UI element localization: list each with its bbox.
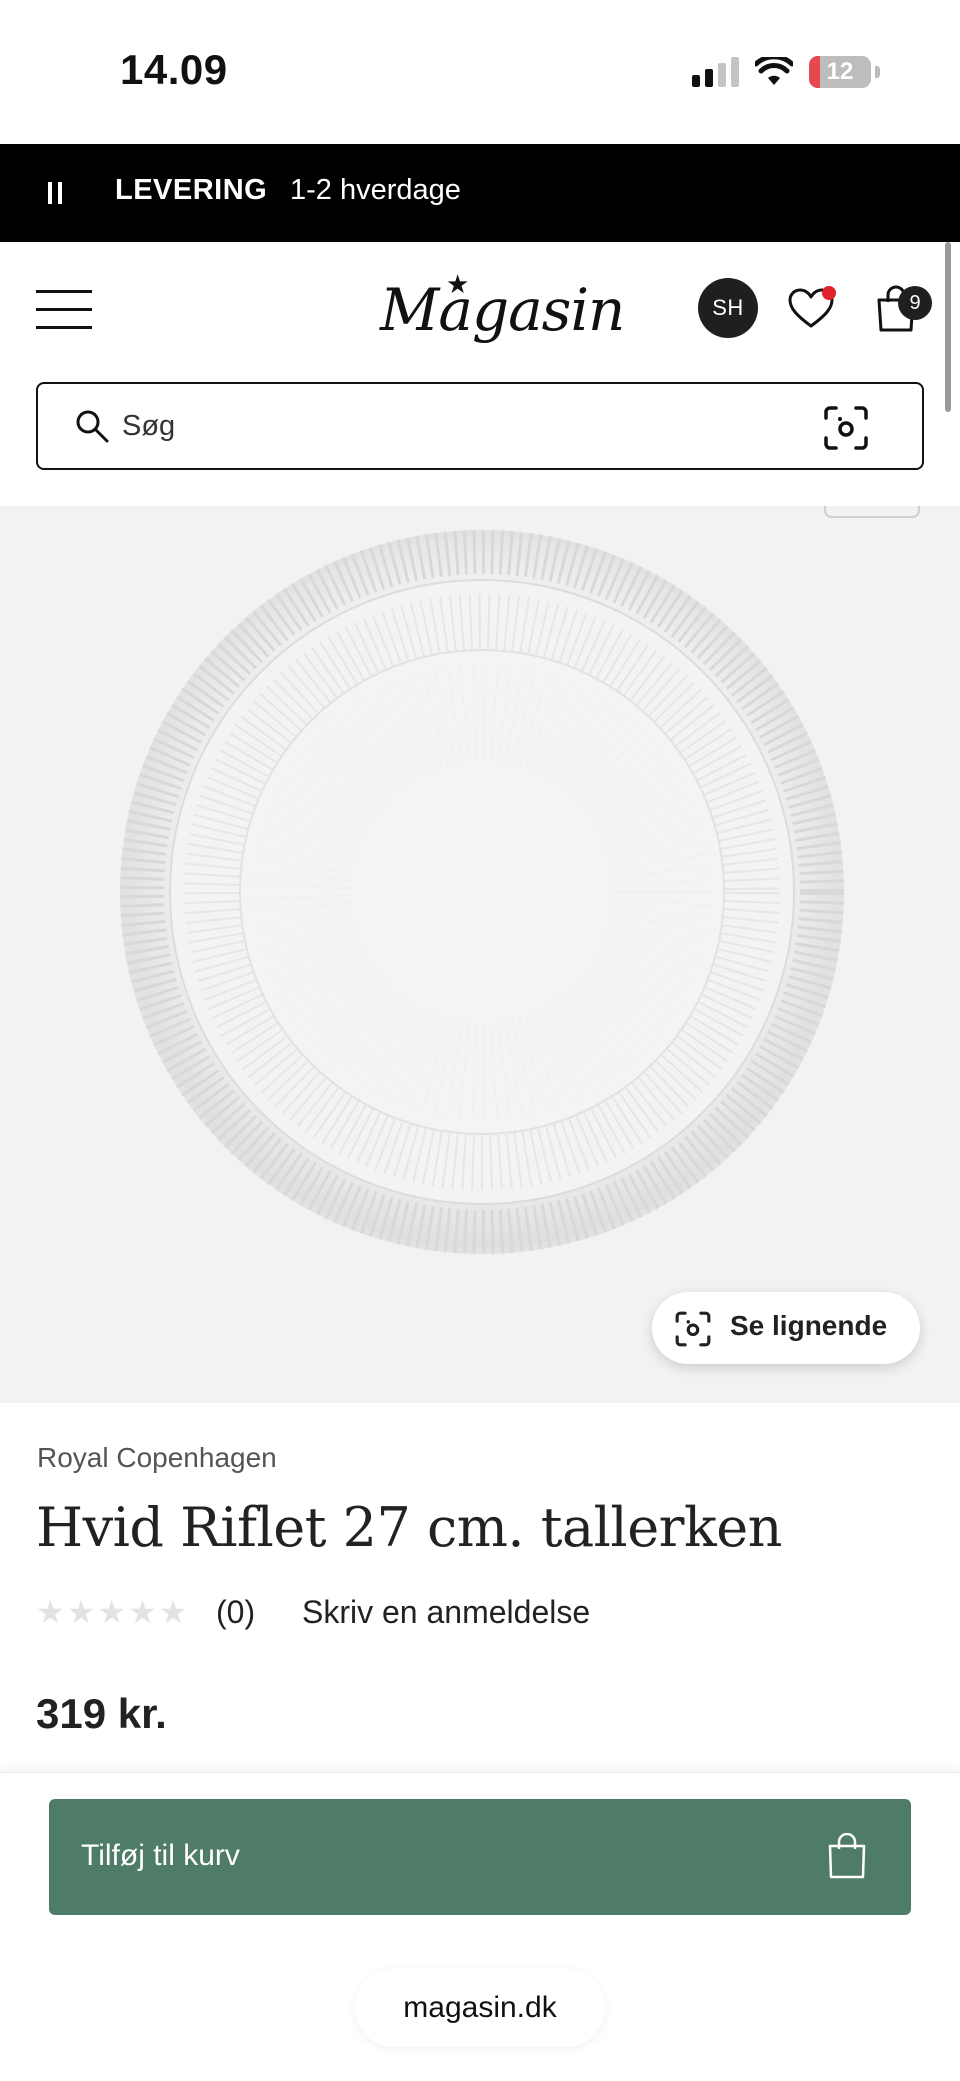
image-overlay-chip[interactable] — [824, 506, 920, 518]
cart-count-badge: 9 — [898, 286, 932, 320]
scrollbar[interactable] — [945, 242, 951, 412]
star-icon: ★ — [128, 1594, 157, 1630]
product-brand[interactable]: Royal Copenhagen — [37, 1442, 277, 1474]
wishlist-notification-dot — [822, 286, 836, 300]
menu-icon[interactable] — [36, 290, 92, 330]
add-to-cart-label: Tilføj til kurv — [81, 1839, 240, 1872]
see-similar-label: Se lignende — [730, 1310, 888, 1341]
product-price: 319 kr. — [36, 1690, 167, 1737]
promo-label: LEVERING — [115, 174, 268, 206]
see-similar-button[interactable]: Se lignende — [652, 1292, 920, 1364]
star-icon: ★ — [97, 1594, 127, 1630]
browser-url-bar[interactable]: magasin.dk — [355, 1969, 605, 2047]
search-input[interactable] — [122, 402, 742, 450]
star-icon: ★ — [36, 1594, 65, 1630]
search-icon — [76, 410, 109, 443]
site-header: Magasin ★ SH 9 — [0, 242, 960, 506]
delivery-promo-bar: LEVERING 1-2 hverdage — [0, 144, 960, 242]
battery-cap — [875, 66, 880, 78]
star-icon: ★ — [66, 1594, 96, 1630]
status-icons: 12 — [692, 52, 880, 92]
rating-stars: ★ ★ ★ ★ ★ — [36, 1596, 187, 1628]
write-review-link[interactable]: Skriv en anmeldelse — [302, 1594, 590, 1631]
cellular-signal-icon — [692, 57, 739, 87]
plate-image — [120, 530, 844, 1254]
logo[interactable]: Magasin ★ — [380, 270, 625, 356]
visual-search-icon — [675, 1311, 711, 1347]
product-image[interactable]: Se lignende — [0, 506, 960, 1403]
status-bar: 14.09 12 — [0, 0, 960, 144]
add-to-cart-sheet: Tilføj til kurv magasin.dk — [0, 1772, 960, 2081]
product-title: Hvid Riflet 27 cm. tallerken — [36, 1496, 782, 1559]
search-box[interactable] — [36, 382, 924, 470]
status-time: 14.09 — [120, 46, 228, 93]
add-to-cart-button[interactable]: Tilføj til kurv — [49, 1799, 911, 1915]
star-icon: ★ — [158, 1594, 188, 1630]
product-rating: ★ ★ ★ ★ ★ (0) Skriv en anmeldelse — [36, 1592, 590, 1632]
account-avatar[interactable]: SH — [698, 278, 758, 338]
promo-text: 1-2 hverdage — [290, 174, 461, 206]
wifi-icon — [755, 57, 793, 85]
shopping-bag-icon — [828, 1833, 866, 1879]
visual-search-icon[interactable] — [822, 404, 870, 452]
battery-level: 12 — [826, 58, 854, 85]
pause-icon[interactable] — [48, 180, 64, 206]
battery-icon: 12 — [809, 56, 871, 88]
logo-star-icon: ★ — [446, 270, 469, 300]
review-count: (0) — [216, 1594, 256, 1630]
logo-text: Magasin — [380, 276, 625, 344]
